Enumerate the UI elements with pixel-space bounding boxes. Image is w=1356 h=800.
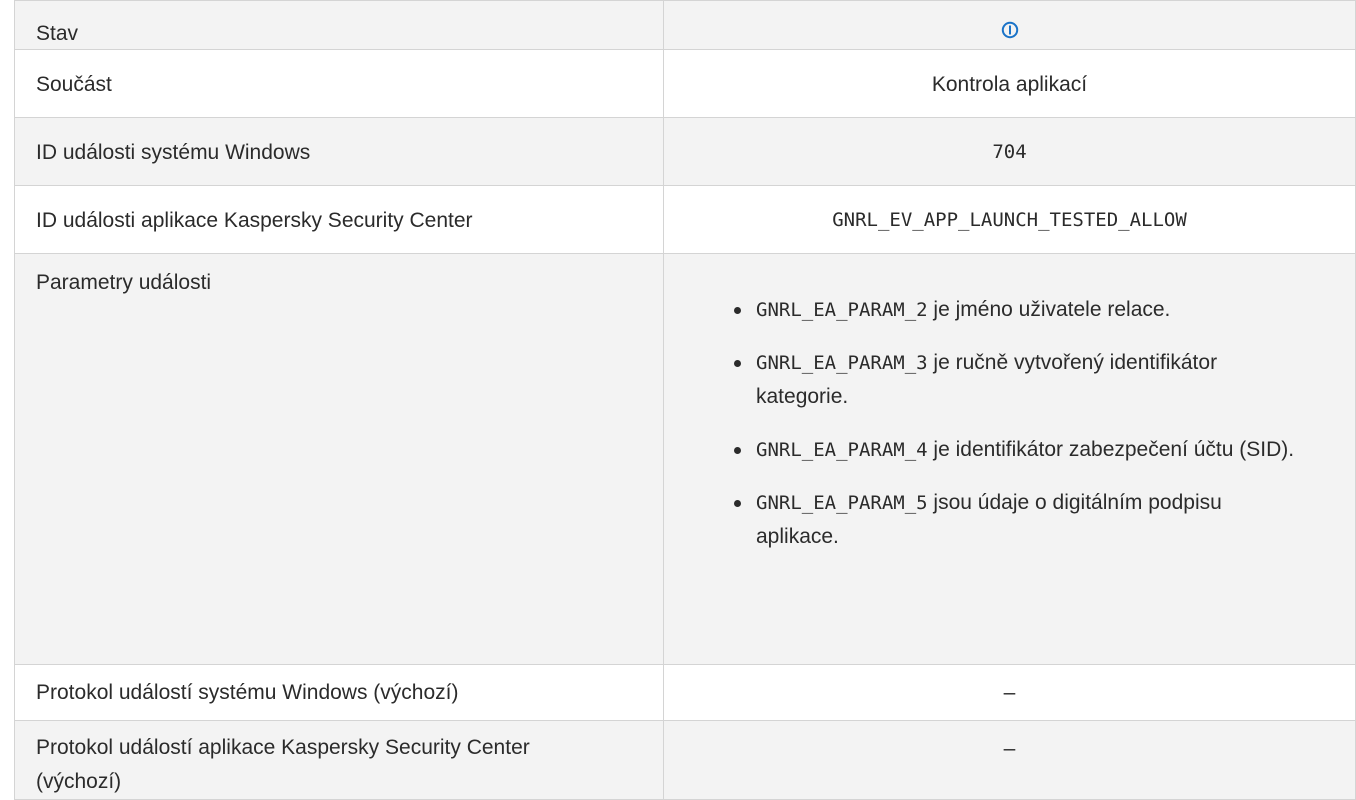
event-parameters: GNRL_EA_PARAM_2 je jméno uživatele relac… (664, 254, 1355, 605)
table-row: Parametry události GNRL_EA_PARAM_2 je jm… (14, 253, 1356, 665)
event-details-table: Stav Součást Kontrola aplikací ID událos… (14, 0, 1356, 800)
param-code: GNRL_EA_PARAM_4 (756, 439, 928, 461)
list-item: GNRL_EA_PARAM_5 jsou údaje o digitálním … (719, 486, 1299, 554)
param-code: GNRL_EA_PARAM_5 (756, 492, 928, 514)
list-item: GNRL_EA_PARAM_3 je ručně vytvořený ident… (719, 346, 1299, 414)
list-item: GNRL_EA_PARAM_4 je identifikátor zabezpe… (719, 433, 1299, 467)
row-value: – (1003, 681, 1016, 704)
row-label: Parametry události (36, 271, 212, 294)
info-status-icon (1001, 21, 1019, 43)
table-row: ID události systému Windows 704 (14, 117, 1356, 186)
param-description: je identifikátor zabezpečení účtu (SID). (927, 438, 1295, 461)
table-row: Protokol událostí aplikace Kaspersky Sec… (14, 720, 1356, 800)
row-label: ID události systému Windows (36, 141, 311, 164)
row-label: Stav (36, 22, 79, 45)
table-row: Součást Kontrola aplikací (14, 49, 1356, 118)
table-row: Protokol událostí systému Windows (výcho… (14, 664, 1356, 721)
table-row: Stav (14, 0, 1356, 50)
row-label-cell: Stav (14, 0, 664, 50)
row-value: Kontrola aplikací (931, 73, 1088, 96)
row-label: Protokol událostí systému Windows (výcho… (36, 681, 459, 704)
row-value-cell (663, 0, 1356, 50)
row-value: 704 (992, 141, 1027, 163)
row-label: Součást (36, 73, 112, 96)
table-row: ID události aplikace Kaspersky Security … (14, 185, 1356, 254)
param-code: GNRL_EA_PARAM_3 (756, 352, 928, 374)
row-label: ID události aplikace Kaspersky Security … (36, 209, 473, 232)
row-value: – (1003, 737, 1016, 760)
param-code: GNRL_EA_PARAM_2 (756, 299, 928, 321)
parameter-list: GNRL_EA_PARAM_2 je jméno uživatele relac… (719, 293, 1299, 554)
row-value: GNRL_EV_APP_LAUNCH_TESTED_ALLOW (832, 209, 1187, 231)
param-description: je jméno uživatele relace. (927, 298, 1171, 321)
list-item: GNRL_EA_PARAM_2 je jméno uživatele relac… (719, 293, 1299, 327)
